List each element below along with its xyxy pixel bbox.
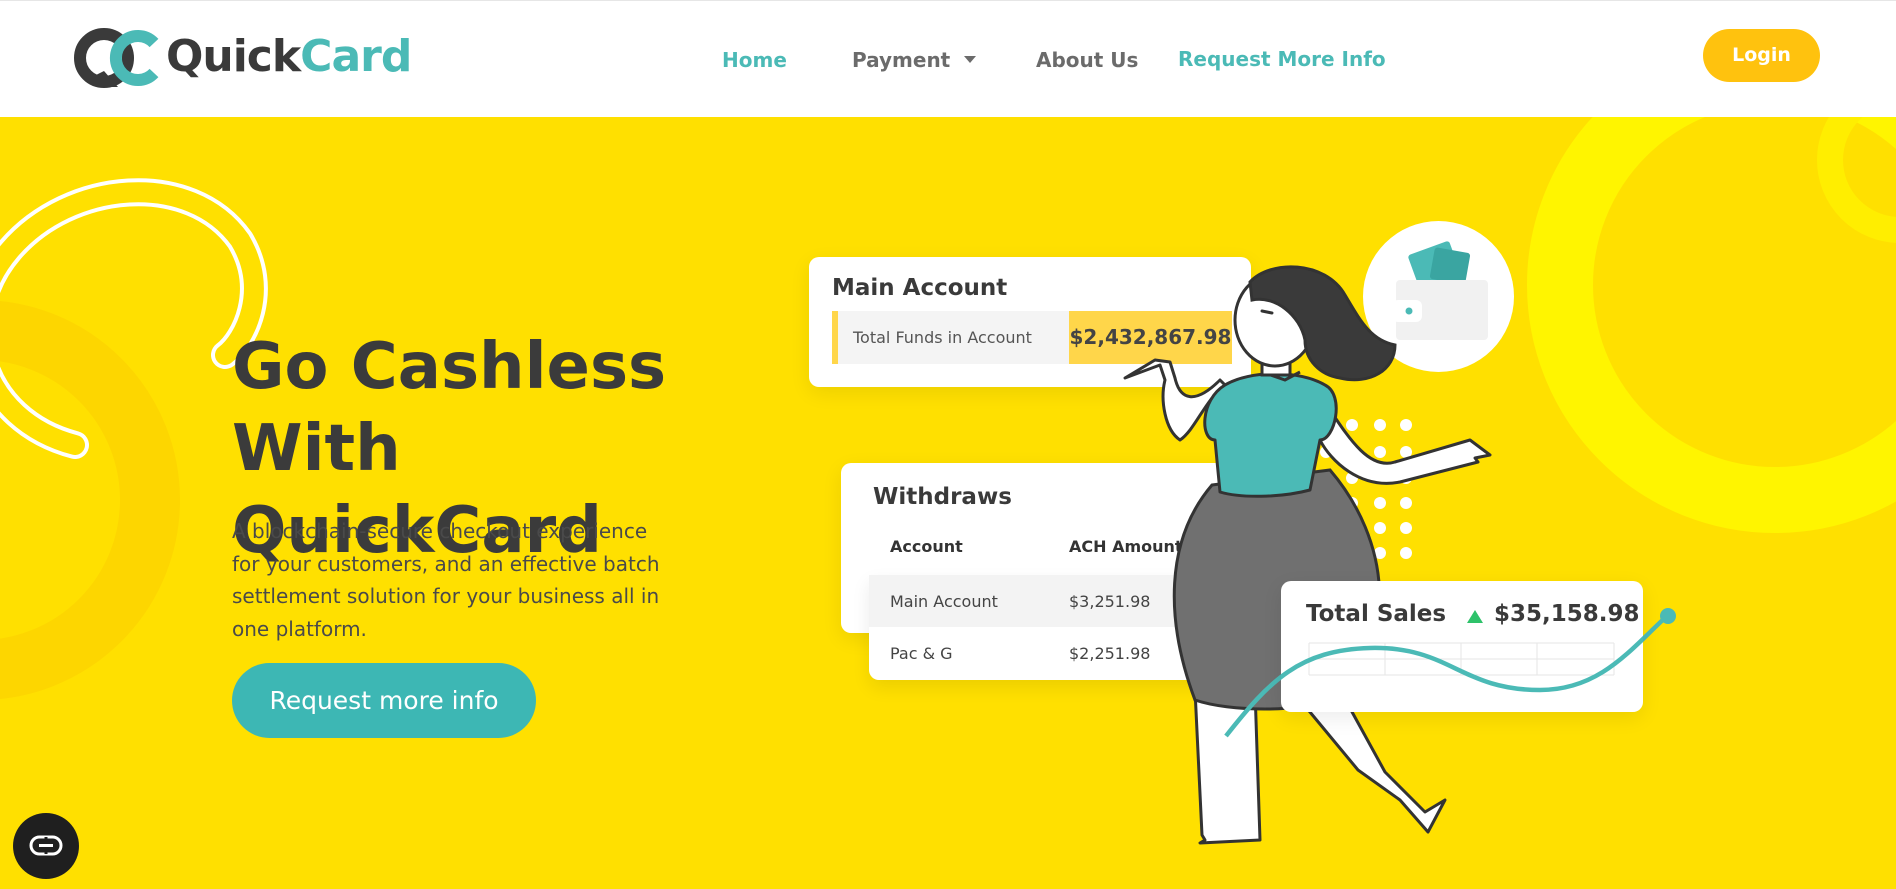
chat-button[interactable]: [13, 813, 79, 879]
total-funds-row: Total Funds in Account $2,432,867.98: [832, 311, 1232, 364]
withdraws-column-account: Account: [890, 537, 963, 556]
nav-request-more-info[interactable]: Request More Info: [1178, 46, 1386, 72]
table-row: Pac & G $2,251.98: [869, 627, 1241, 679]
request-more-info-button[interactable]: Request more info: [232, 663, 536, 738]
withdraws-table: Main Account $3,251.98 Pac & G $2,251.98: [869, 575, 1241, 680]
wallet-badge: [1363, 221, 1514, 372]
withdraws-title: Withdraws: [873, 484, 1012, 510]
nav-payment-label: Payment: [852, 48, 951, 72]
withdraws-column-ach-amount: ACH Amount: [1069, 537, 1183, 556]
table-cell-account: Main Account: [890, 592, 998, 611]
site-header: QuickCard Home Payment About Us Request …: [0, 0, 1896, 117]
sales-mini-chart: [1281, 635, 1643, 693]
table-row: Main Account $3,251.98: [869, 575, 1241, 627]
table-cell-amount: $3,251.98: [1069, 592, 1151, 611]
quickcard-logo[interactable]: QuickCard: [74, 27, 412, 89]
nav-payment[interactable]: Payment: [852, 47, 977, 73]
logo-wordmark: QuickCard: [166, 31, 412, 82]
table-cell-amount: $2,251.98: [1069, 644, 1151, 663]
main-account-title: Main Account: [832, 275, 1008, 301]
nav-about-us[interactable]: About Us: [1036, 47, 1138, 73]
total-funds-value: $2,432,867.98: [1069, 311, 1232, 364]
total-sales-card: Total Sales $35,158.98: [1281, 581, 1643, 712]
table-cell-account: Pac & G: [890, 644, 953, 663]
hero-title-line-1: Go Cashless: [232, 330, 667, 404]
hero-description: A blockchain-secure checkout experience …: [232, 519, 660, 641]
chat-icon: [29, 835, 63, 856]
main-account-card: Main Account Total Funds in Account $2,4…: [809, 257, 1251, 387]
quickcard-logo-icon: [74, 28, 159, 88]
login-button[interactable]: Login: [1703, 29, 1820, 82]
total-funds-label: Total Funds in Account: [853, 328, 1032, 347]
nav-home[interactable]: Home: [722, 47, 787, 73]
chevron-down-icon: [964, 56, 977, 63]
